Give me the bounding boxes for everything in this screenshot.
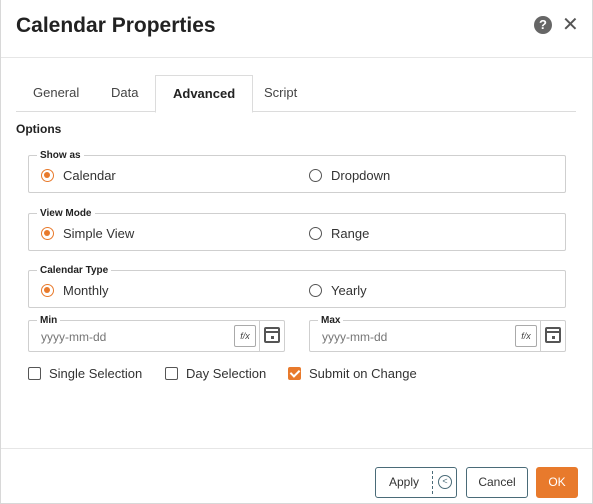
apply-button[interactable]: Apply <	[375, 467, 457, 498]
options-section-title: Options	[16, 122, 62, 136]
formula-icon[interactable]: f/x	[515, 325, 537, 347]
view-mode-simple-label: Simple View	[63, 226, 135, 241]
divider	[432, 471, 433, 494]
radio-unchecked-icon[interactable]	[309, 169, 322, 182]
formula-icon[interactable]: f/x	[234, 325, 256, 347]
calendar-type-yearly-label: Yearly	[331, 283, 367, 298]
max-legend: Max	[318, 315, 344, 326]
single-selection-label: Single Selection	[49, 366, 143, 381]
max-date-field: Max f/x	[309, 315, 566, 352]
radio-unchecked-icon[interactable]	[309, 284, 322, 297]
max-date-input[interactable]	[322, 330, 512, 344]
show-as-calendar-option[interactable]: Calendar	[41, 168, 116, 183]
view-mode-range-option[interactable]: Range	[309, 226, 369, 241]
tab-bar: General Data Advanced Script	[16, 75, 576, 113]
show-as-calendar-label: Calendar	[63, 168, 116, 183]
dialog-title: Calendar Properties	[16, 14, 216, 37]
divider	[259, 321, 260, 351]
view-mode-group: View Mode Simple View Range	[28, 208, 566, 251]
checkbox-unchecked-icon[interactable]	[165, 367, 178, 380]
calendar-type-monthly-option[interactable]: Monthly	[41, 283, 109, 298]
help-icon[interactable]: ?	[534, 16, 552, 34]
min-legend: Min	[37, 315, 61, 326]
calendar-icon[interactable]	[264, 327, 280, 343]
chevron-left-icon[interactable]: <	[438, 475, 452, 489]
cancel-button[interactable]: Cancel	[466, 467, 528, 498]
submit-on-change-label: Submit on Change	[309, 366, 417, 381]
tab-advanced[interactable]: Advanced	[155, 75, 254, 113]
tab-script[interactable]: Script	[247, 75, 314, 112]
radio-unchecked-icon[interactable]	[309, 227, 322, 240]
show-as-dropdown-label: Dropdown	[331, 168, 391, 183]
apply-label: Apply	[388, 475, 420, 489]
checkbox-unchecked-icon[interactable]	[28, 367, 41, 380]
submit-on-change-option[interactable]: Submit on Change	[288, 366, 417, 381]
dialog-header: Calendar Properties ? ✕	[1, 0, 592, 58]
tab-data[interactable]: Data	[94, 75, 155, 112]
tab-general[interactable]: General	[16, 75, 96, 112]
ok-button[interactable]: OK	[536, 467, 578, 498]
checkbox-checked-icon[interactable]	[288, 367, 301, 380]
calendar-type-group: Calendar Type Monthly Yearly	[28, 265, 566, 308]
radio-checked-icon[interactable]	[41, 227, 54, 240]
calendar-properties-dialog: Calendar Properties ? ✕ General Data Adv…	[0, 0, 593, 504]
calendar-type-monthly-label: Monthly	[63, 283, 109, 298]
calendar-icon[interactable]	[545, 327, 561, 343]
min-date-field: Min f/x	[28, 315, 285, 352]
close-icon[interactable]: ✕	[562, 14, 579, 36]
dialog-footer: Apply < Cancel OK	[1, 448, 592, 504]
view-mode-range-label: Range	[331, 226, 370, 241]
calendar-type-legend: Calendar Type	[37, 265, 112, 276]
day-selection-option[interactable]: Day Selection	[165, 366, 266, 381]
show-as-dropdown-option[interactable]: Dropdown	[309, 168, 390, 183]
calendar-type-yearly-option[interactable]: Yearly	[309, 283, 367, 298]
radio-checked-icon[interactable]	[41, 169, 54, 182]
show-as-group: Show as Calendar Dropdown	[28, 150, 566, 193]
show-as-legend: Show as	[37, 150, 84, 161]
radio-checked-icon[interactable]	[41, 284, 54, 297]
divider	[540, 321, 541, 351]
min-date-input[interactable]	[41, 330, 231, 344]
day-selection-label: Day Selection	[186, 366, 267, 381]
view-mode-simple-option[interactable]: Simple View	[41, 226, 134, 241]
single-selection-option[interactable]: Single Selection	[28, 366, 142, 381]
view-mode-legend: View Mode	[37, 208, 95, 219]
